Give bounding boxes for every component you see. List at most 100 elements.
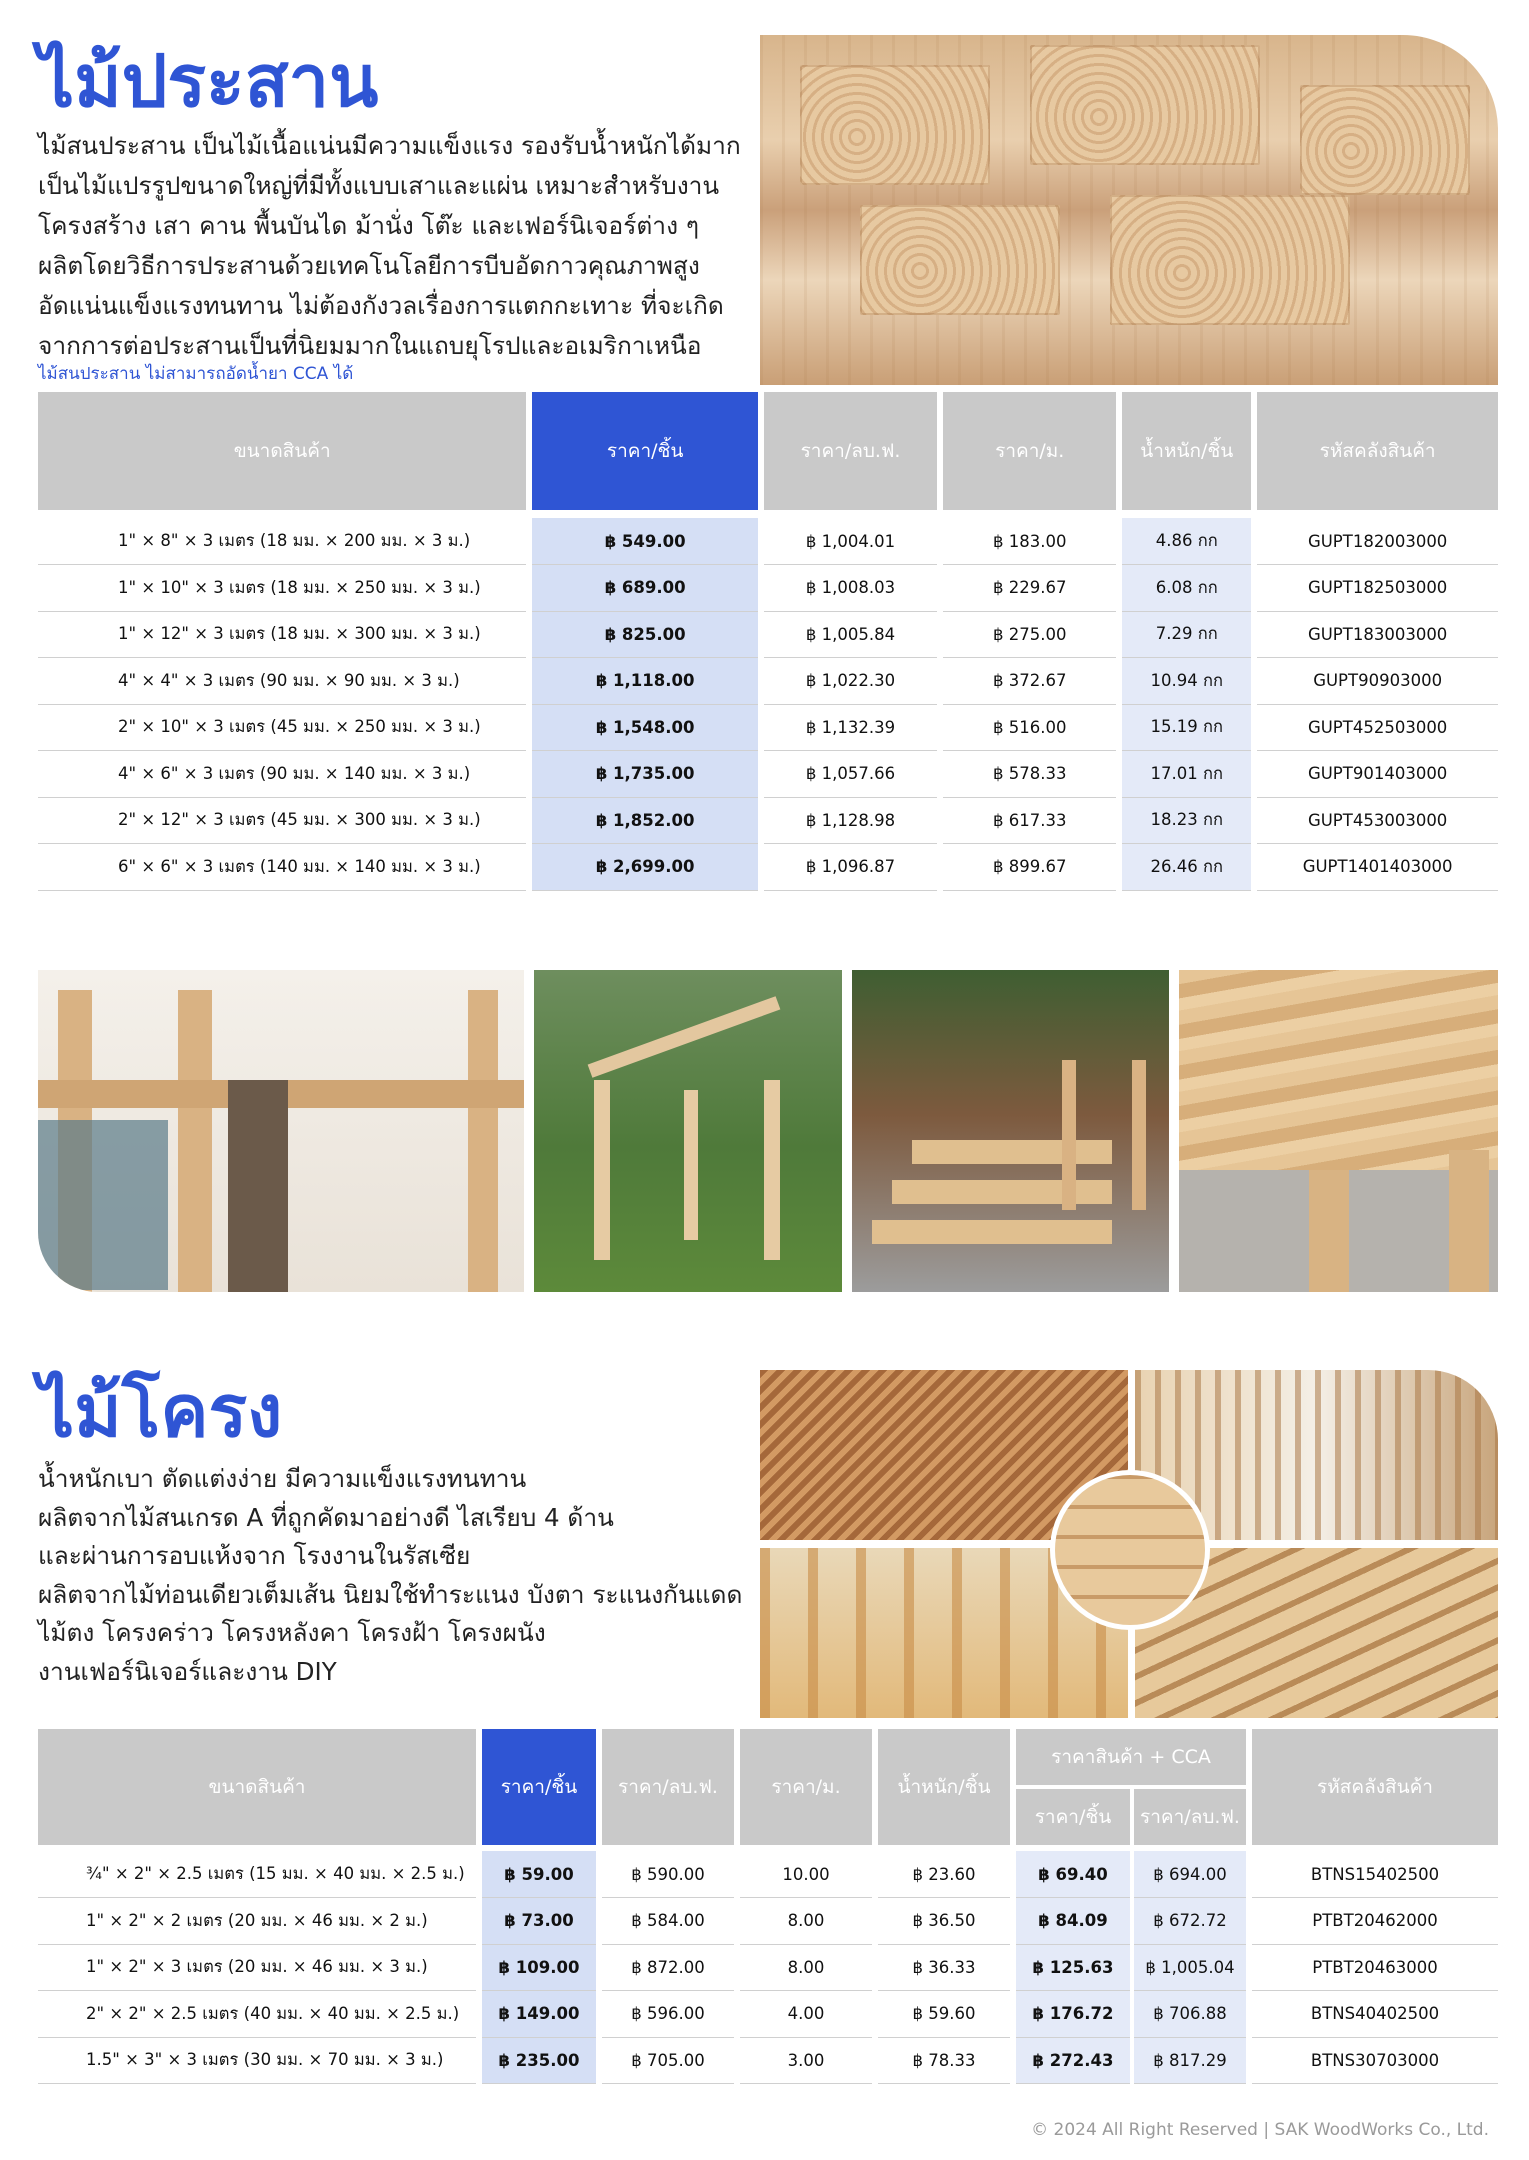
cell-sku: GUPT182003000	[1257, 518, 1498, 565]
cell-size: 6" × 6" × 3 เมตร (140 มม. × 140 มม. × 3 …	[38, 843, 527, 891]
section1-description: ไม้สนประสาน เป็นไม้เนื้อแน่นมีความแข็งแร…	[38, 126, 758, 366]
header-price-per-meter: ราคา/ม.	[943, 392, 1117, 510]
header-price-per-cuft: ราคา/ลบ.ฟ.	[763, 392, 938, 510]
header-price-per-piece: ราคา/ชิ้น	[532, 392, 758, 510]
cell-sku: BTNS30703000	[1252, 2037, 1498, 2084]
desc-line: น้ำหนักเบา ตัดแต่งง่าย มีความแข็งแรงทนทา…	[38, 1464, 527, 1493]
table-row: 1.5" × 3" × 3 เมตร (30 มม. × 70 มม. × 3 …	[38, 2037, 1498, 2084]
cell-weight: 7.29 กก	[1122, 611, 1252, 658]
cell-cca-price-per-cuft: ฿ 817.29	[1134, 2037, 1246, 2084]
cell-price-per-meter: ฿ 275.00	[943, 611, 1117, 658]
cell-size: 2" × 2" × 2.5 เมตร (40 มม. × 40 มม. × 2.…	[38, 1990, 476, 2038]
desc-line: โครงสร้าง เสา คาน พื้นบันได ม้านั่ง โต๊ะ…	[38, 211, 699, 240]
cell-sku: PTBT20462000	[1252, 1897, 1498, 1945]
header-size: ขนาดสินค้า	[38, 1729, 476, 1845]
header-weight: น้ำหนัก/ชิ้น	[1122, 392, 1252, 510]
cell-price-per-cuft: ฿ 1,004.01	[763, 518, 938, 565]
subheader-cca-price-per-piece: ราคา/ชิ้น	[1016, 1787, 1130, 1845]
desc-line: ไม้ตง โครงคร่าว โครงหลังคา โครงฝ้า โครงผ…	[38, 1618, 546, 1647]
cell-weight: 10.94 กก	[1122, 657, 1252, 705]
table-row: ¾" × 2" × 2.5 เมตร (15 มม. × 40 มม. × 2.…	[38, 1851, 1498, 1898]
desc-line: อัดแน่นแข็งแรงทนทาน ไม่ต้องกังวลเรื่องกา…	[38, 291, 724, 320]
cell-weight: ฿ 78.33	[878, 2037, 1010, 2084]
cell-price-per-piece: ฿ 825.00	[532, 611, 758, 658]
desc-line: ไม้สนประสาน เป็นไม้เนื้อแน่นมีความแข็งแร…	[38, 131, 741, 160]
section2-title: ไม้โครง	[38, 1369, 283, 1453]
cell-sku: BTNS40402500	[1252, 1990, 1498, 2038]
section2-description: น้ำหนักเบา ตัดแต่งง่าย มีความแข็งแรงทนทา…	[38, 1460, 758, 1691]
table-row: 2" × 10" × 3 เมตร (45 มม. × 250 มม. × 3 …	[38, 704, 1498, 751]
cell-cca-price-per-piece: ฿ 125.63	[1016, 1944, 1130, 1991]
cell-sku: GUPT453003000	[1257, 797, 1498, 844]
cell-price-per-meter: ฿ 372.67	[943, 657, 1117, 705]
cell-weight: ฿ 59.60	[878, 1990, 1010, 2038]
cell-price-per-cuft: ฿ 1,005.84	[763, 611, 938, 658]
cell-price-per-cuft: ฿ 584.00	[602, 1897, 734, 1945]
cell-price-per-cuft: ฿ 1,008.03	[763, 564, 938, 612]
cell-price-per-cuft: ฿ 596.00	[602, 1990, 734, 2038]
header-price-per-meter: ราคา/ม.	[740, 1729, 872, 1845]
cell-size: 1" × 10" × 3 เมตร (18 มม. × 250 มม. × 3 …	[38, 564, 527, 612]
desc-line: และผ่านการอบแห้งจาก โรงงานในรัสเซีย	[38, 1541, 471, 1570]
table-row: 4" × 6" × 3 เมตร (90 มม. × 140 มม. × 3 ม…	[38, 750, 1498, 798]
tabletop-image	[1179, 970, 1498, 1292]
cell-cca-price-per-piece: ฿ 272.43	[1016, 2037, 1130, 2084]
cell-cca-price-per-cuft: ฿ 706.88	[1134, 1990, 1246, 2038]
cell-size: 1" × 12" × 3 เมตร (18 มม. × 300 มม. × 3 …	[38, 611, 527, 658]
cell-price-per-meter: 8.00	[740, 1897, 872, 1945]
cell-weight: 4.86 กก	[1122, 518, 1252, 565]
cell-weight: ฿ 36.33	[878, 1944, 1010, 1991]
cell-sku: GUPT90903000	[1257, 657, 1498, 705]
cell-price-per-meter: ฿ 229.67	[943, 564, 1117, 612]
cell-price-per-meter: ฿ 578.33	[943, 750, 1117, 798]
glulam-price-table: ขนาดสินค้า ราคา/ชิ้น ราคา/ลบ.ฟ. ราคา/ม. …	[38, 392, 1498, 891]
cell-weight: 6.08 กก	[1122, 564, 1252, 612]
cell-sku: GUPT182503000	[1257, 564, 1498, 612]
cell-price-per-piece: ฿ 2,699.00	[532, 843, 758, 891]
cell-size: 1" × 2" × 2 เมตร (20 มม. × 46 มม. × 2 ม.…	[38, 1897, 476, 1945]
cell-weight: 15.19 กก	[1122, 704, 1252, 751]
cell-price-per-piece: ฿ 1,735.00	[532, 750, 758, 798]
table-row: 4" × 4" × 3 เมตร (90 มม. × 90 มม. × 3 ม.…	[38, 657, 1498, 705]
cell-price-per-piece: ฿ 689.00	[532, 564, 758, 612]
cell-price-per-piece: ฿ 1,548.00	[532, 704, 758, 751]
header-size: ขนาดสินค้า	[38, 392, 527, 510]
cell-price-per-piece: ฿ 1,118.00	[532, 657, 758, 705]
cell-price-per-cuft: ฿ 1,057.66	[763, 750, 938, 798]
cell-size: 4" × 6" × 3 เมตร (90 มม. × 140 มม. × 3 ม…	[38, 750, 527, 798]
cell-size: 2" × 10" × 3 เมตร (45 มม. × 250 มม. × 3 …	[38, 704, 527, 751]
glulam-beams-image	[760, 35, 1498, 385]
header-price-per-cuft: ราคา/ลบ.ฟ.	[602, 1729, 734, 1845]
table-row: 6" × 6" × 3 เมตร (140 มม. × 140 มม. × 3 …	[38, 843, 1498, 891]
table-row: 1" × 10" × 3 เมตร (18 มม. × 250 มม. × 3 …	[38, 564, 1498, 612]
desc-line: ผลิตโดยวิธีการประสานด้วยเทคโนโลยีการบีบอ…	[38, 251, 700, 280]
cell-price-per-cuft: ฿ 590.00	[602, 1851, 734, 1898]
cell-price-per-meter: 3.00	[740, 2037, 872, 2084]
cell-price-per-piece: ฿ 549.00	[532, 518, 758, 565]
header-cca-price: ราคาสินค้า + CCA	[1016, 1729, 1246, 1789]
header-sku: รหัสคลังสินค้า	[1257, 392, 1498, 510]
section1-title: ไม้ประสาน	[38, 39, 379, 123]
cell-weight: ฿ 36.50	[878, 1897, 1010, 1945]
table-row: 1" × 2" × 2 เมตร (20 มม. × 46 มม. × 2 ม.…	[38, 1897, 1498, 1945]
cell-price-per-meter: 8.00	[740, 1944, 872, 1991]
cell-price-per-meter: ฿ 183.00	[943, 518, 1117, 565]
cell-size: ¾" × 2" × 2.5 เมตร (15 มม. × 40 มม. × 2.…	[38, 1851, 476, 1898]
cell-cca-price-per-cuft: ฿ 672.72	[1134, 1897, 1246, 1945]
frame-lumber-price-table: ขนาดสินค้า ราคา/ชิ้น ราคา/ลบ.ฟ. ราคา/ม. …	[38, 1729, 1498, 2084]
cell-cca-price-per-cuft: ฿ 694.00	[1134, 1851, 1246, 1898]
cell-cca-price-per-piece: ฿ 84.09	[1016, 1897, 1130, 1945]
table-row: 2" × 12" × 3 เมตร (45 มม. × 300 มม. × 3 …	[38, 797, 1498, 844]
cell-size: 1.5" × 3" × 3 เมตร (30 มม. × 70 มม. × 3 …	[38, 2037, 476, 2084]
table-row: 1" × 8" × 3 เมตร (18 มม. × 200 มม. × 3 ม…	[38, 518, 1498, 565]
cell-size: 1" × 8" × 3 เมตร (18 มม. × 200 มม. × 3 ม…	[38, 518, 527, 565]
stairs-image	[852, 970, 1169, 1292]
table-row: 1" × 2" × 3 เมตร (20 มม. × 46 มม. × 3 ม.…	[38, 1944, 1498, 1991]
cell-price-per-cuft: ฿ 705.00	[602, 2037, 734, 2084]
desc-line: เป็นไม้แปรรูปขนาดใหญ่ที่มีทั้งแบบเสาและแ…	[38, 171, 720, 200]
cell-weight: ฿ 23.60	[878, 1851, 1010, 1898]
header-price-per-piece: ราคา/ชิ้น	[482, 1729, 596, 1845]
cell-price-per-cuft: ฿ 872.00	[602, 1944, 734, 1991]
cell-sku: BTNS15402500	[1252, 1851, 1498, 1898]
cell-price-per-meter: ฿ 516.00	[943, 704, 1117, 751]
